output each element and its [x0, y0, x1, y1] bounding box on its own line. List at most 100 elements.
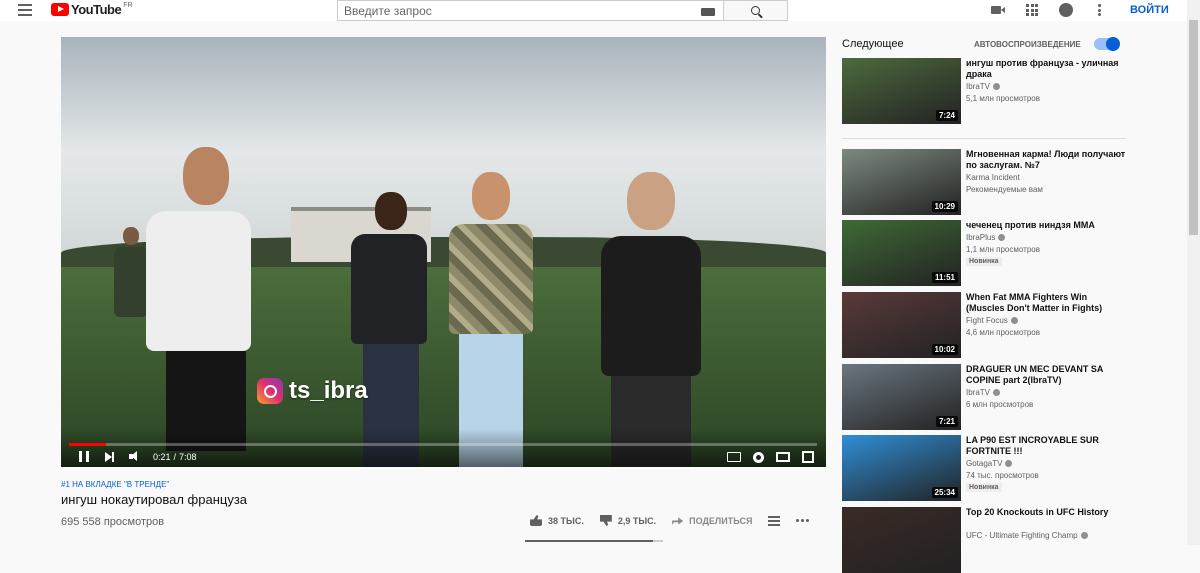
settings-gear-icon[interactable] [753, 451, 764, 463]
video-actions: 38 ТЫС. 2,9 ТЫС. ПОДЕЛИТЬСЯ [530, 515, 810, 526]
recommended-title[interactable]: LA P90 EST INCROYABLE SUR FORTNITE !!! [966, 435, 1126, 457]
pause-icon[interactable] [79, 451, 89, 462]
search-button[interactable] [724, 0, 788, 21]
video-duration: 25:34 [931, 487, 958, 498]
like-button[interactable]: 38 ТЫС. [530, 515, 584, 526]
verified-icon [993, 83, 1001, 90]
add-to-playlist-icon[interactable] [768, 515, 781, 526]
theater-mode-icon[interactable] [776, 452, 790, 462]
video-person-background [111, 227, 151, 317]
new-badge: Новинка [966, 483, 1002, 492]
logo-country: FR [123, 2, 133, 9]
menu-icon[interactable] [18, 4, 32, 16]
play-logo-icon [51, 3, 69, 16]
video-duration: 10:29 [931, 201, 958, 212]
recommended-title[interactable]: Мгновенная карма! Люди получают по заслу… [966, 149, 1126, 171]
video-thumbnail[interactable]: 10:02 [842, 292, 961, 358]
video-meta: 6 млн просмотров [966, 400, 1034, 409]
recommended-video[interactable]: 7:24 ингуш против француза - уличная драк… [842, 58, 1122, 124]
recommended-video[interactable]: 11:51 чеченец против ниндзя MMA IbraPlus 1,… [842, 220, 1122, 286]
up-next-label: Следующее [842, 38, 904, 50]
video-duration: 7:24 [935, 110, 958, 121]
divider [842, 138, 1126, 139]
recommended-title[interactable]: Top 20 Knockouts in UFC History [966, 507, 1126, 518]
video-thumbnail[interactable]: 25:34 [842, 435, 961, 501]
share-icon [672, 517, 684, 525]
video-player[interactable]: ts_ibra 0:21 / 7:08 [61, 37, 826, 467]
video-thumbnail[interactable]: 7:21 [842, 364, 961, 430]
share-button[interactable]: ПОДЕЛИТЬСЯ [672, 516, 752, 526]
recommended-title[interactable]: DRAGUER UN MEC DEVANT SA COPINE part 2(I… [966, 364, 1126, 386]
search-input[interactable] [344, 3, 704, 18]
progress-fill [69, 443, 106, 446]
instagram-watermark: ts_ibra [257, 377, 368, 405]
video-meta: 74 тыс. просмотров [966, 471, 1039, 480]
channel-name[interactable]: Karma Incident [966, 173, 1020, 182]
recommended-video[interactable]: Top 20 Knockouts in UFC History UFC - Ult… [842, 507, 1122, 573]
more-options-icon[interactable] [1098, 4, 1101, 16]
video-meta: 5,1 млн просмотров [966, 94, 1040, 103]
search-box [337, 0, 724, 21]
progress-bar[interactable] [69, 443, 817, 446]
verified-icon [1080, 532, 1088, 539]
time-separator: / [173, 451, 177, 462]
subtitles-icon[interactable] [727, 452, 741, 462]
channel-name[interactable]: GotagaTV [966, 459, 1013, 468]
dislike-count: 2,9 ТЫС. [617, 515, 657, 526]
recommended-video[interactable]: 10:02 When Fat MMA Fighters Win (Muscles … [842, 292, 1122, 358]
instagram-icon [257, 378, 283, 404]
video-person-right [591, 172, 711, 466]
scrollbar[interactable] [1187, 0, 1200, 545]
signin-button[interactable]: ВОЙТИ [1130, 4, 1169, 16]
fullscreen-icon[interactable] [802, 451, 814, 463]
recommended-title[interactable]: чеченец против ниндзя MMA [966, 220, 1126, 231]
verified-icon [1005, 460, 1013, 467]
channel-name[interactable]: IbraTV [966, 388, 1001, 397]
logo-text: YouTube [71, 2, 122, 17]
share-label: ПОДЕЛИТЬСЯ [689, 515, 753, 526]
recommended-title[interactable]: ингуш против француза - уличная драка [966, 58, 1126, 80]
recommended-title[interactable]: When Fat MMA Fighters Win (Muscles Don't… [966, 292, 1126, 314]
more-actions-icon[interactable] [796, 519, 810, 522]
channel-name[interactable]: Fight Focus [966, 316, 1018, 325]
video-title: ингуш нокаутировал француза [61, 492, 248, 507]
video-meta: 4,6 млн просмотров [966, 328, 1040, 337]
controls-right [727, 451, 814, 463]
video-thumbnail[interactable]: 10:29 [842, 149, 961, 215]
player-controls: 0:21 / 7:08 [61, 429, 826, 467]
youtube-logo[interactable]: YouTube FR [51, 2, 133, 17]
video-duration: 11:51 [931, 272, 958, 283]
search-icon [751, 6, 760, 15]
autoplay-toggle[interactable] [1094, 37, 1120, 51]
sentiment-bar [525, 540, 663, 542]
dislike-button[interactable]: 2,9 ТЫС. [599, 515, 657, 526]
recommended-video[interactable]: 10:29 Мгновенная карма! Люди получают по … [842, 149, 1125, 215]
verified-icon [998, 234, 1006, 241]
thumbs-up-icon [530, 515, 542, 526]
video-thumbnail[interactable]: 11:51 [842, 220, 961, 286]
scrollbar-thumb[interactable] [1189, 20, 1198, 235]
video-meta: 1,1 млн просмотров [966, 245, 1040, 254]
channel-name[interactable]: IbraTV [966, 82, 1001, 91]
volume-icon[interactable] [129, 451, 143, 462]
recommended-video[interactable]: 7:21 DRAGUER UN MEC DEVANT SA COPINE part… [842, 364, 1122, 430]
thumbs-down-icon [599, 515, 612, 526]
verified-icon [993, 389, 1001, 396]
masthead: YouTube FR ВОЙТИ [0, 0, 1200, 21]
messages-icon[interactable] [1059, 3, 1073, 17]
channel-name[interactable]: IbraPlus [966, 233, 1006, 242]
verified-icon [1010, 317, 1018, 324]
trending-link[interactable]: #1 НА ВКЛАДКЕ "В ТРЕНДЕ" [61, 480, 169, 489]
video-thumbnail[interactable]: 7:24 [842, 58, 961, 124]
autoplay-label: АВТОВОСПРОИЗВЕДЕНИЕ [974, 40, 1081, 49]
search-bar [337, 0, 788, 21]
apps-icon[interactable] [1026, 4, 1038, 16]
video-thumbnail[interactable] [842, 507, 961, 573]
like-count: 38 ТЫС. [548, 515, 584, 526]
upload-video-icon[interactable] [991, 6, 1005, 14]
next-video-icon[interactable] [105, 451, 115, 462]
keyboard-icon[interactable] [701, 8, 715, 16]
channel-name[interactable]: UFC - Ultimate Fighting Champ [966, 531, 1088, 540]
video-duration: 10:02 [931, 344, 958, 355]
recommended-video[interactable]: 25:34 LA P90 EST INCROYABLE SUR FORTNITE … [842, 435, 1122, 501]
